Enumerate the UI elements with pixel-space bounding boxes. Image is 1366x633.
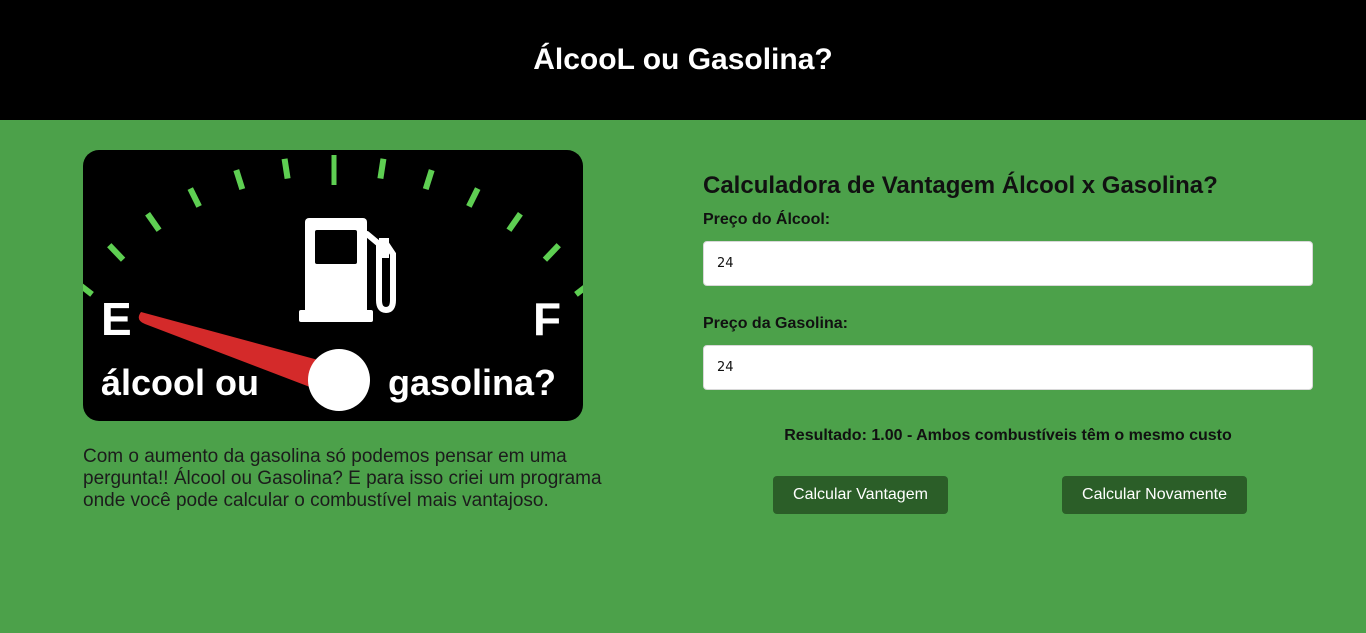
gauge-tick (83, 283, 94, 297)
gauge-tick (187, 187, 202, 208)
page-header: ÁlcooL ou Gasolina? (0, 0, 1366, 120)
gauge-tick (542, 243, 561, 262)
gauge-empty-label: E (101, 293, 132, 345)
gauge-tick (233, 169, 246, 191)
gauge-needle-hub (308, 349, 370, 411)
intro-paragraph: Com o aumento da gasolina só podemos pen… (83, 446, 602, 511)
page-title: ÁlcooL ou Gasolina? (533, 43, 833, 76)
calculate-advantage-button[interactable]: Calcular Vantagem (773, 476, 948, 514)
gauge-tick (281, 158, 291, 180)
fuel-pump-icon (299, 218, 396, 322)
alcohol-price-input[interactable] (703, 241, 1313, 286)
gasoline-price-label: Preço da Gasolina: (703, 315, 848, 332)
calculator-title: Calculadora de Vantagem Álcool x Gasolin… (703, 172, 1218, 199)
gauge-tick (107, 243, 126, 262)
gauge-tick (574, 285, 583, 297)
gauge-tick (466, 187, 481, 208)
gauge-tick (145, 212, 162, 232)
gauge-tick (506, 212, 523, 232)
fuel-gauge-illustration: E F álcool ou gasolina? (83, 155, 583, 411)
gauge-left-caption: álcool ou (101, 362, 259, 403)
gauge-right-caption: gasolina? (388, 362, 556, 403)
alcohol-price-label: Preço do Álcool: (703, 211, 831, 228)
calculator-panel: Calculadora de Vantagem Álcool x Gasolin… (703, 170, 1313, 514)
gasoline-price-input[interactable] (703, 345, 1313, 390)
result-text: Resultado: 1.00 - Ambos combustíveis têm… (784, 427, 1232, 444)
gauge-tick (422, 169, 435, 191)
gauge-full-label: F (533, 293, 561, 345)
gauge-tick (377, 158, 387, 180)
recalculate-button[interactable]: Calcular Novamente (1062, 476, 1247, 514)
fuel-gauge-image: E F álcool ou gasolina? (83, 150, 583, 421)
